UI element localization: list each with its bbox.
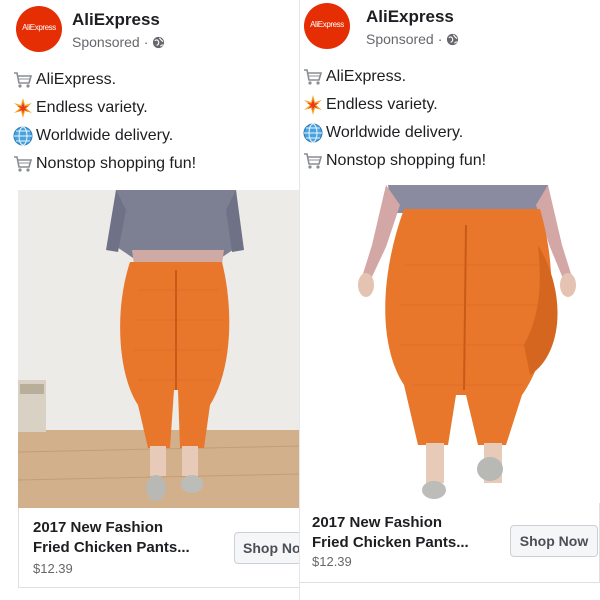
ad-post-left: AliExpress AliExpress Sponsored · AliExp… <box>0 0 300 600</box>
page-name-link[interactable]: AliExpress <box>366 7 454 27</box>
card-title[interactable]: 2017 New Fashion Fried Chicken Pants... <box>33 518 233 558</box>
text-line: Worldwide delivery. <box>12 122 297 150</box>
logo-text: AliExpress <box>22 23 56 32</box>
line-text: Endless variety. <box>36 99 148 116</box>
shopping-cart-icon <box>302 150 324 172</box>
shop-now-button[interactable]: Shop Now <box>234 532 300 564</box>
text-line: Nonstop shopping fun! <box>12 150 297 178</box>
line-text: Worldwide delivery. <box>326 124 464 141</box>
card-title-line: Fried Chicken Pants... <box>33 539 190 556</box>
link-card[interactable]: 2017 New Fashion Fried Chicken Pants... … <box>300 503 600 583</box>
sponsored-label[interactable]: Sponsored <box>72 34 140 50</box>
line-text: AliExpress. <box>326 68 407 85</box>
text-line: AliExpress. <box>12 66 297 94</box>
shop-now-button[interactable]: Shop Now <box>510 525 598 557</box>
shopping-cart-icon <box>302 66 324 88</box>
text-line: Endless variety. <box>302 91 587 119</box>
line-text: Nonstop shopping fun! <box>36 155 197 172</box>
card-price: $12.39 <box>33 561 73 576</box>
product-photo[interactable] <box>18 190 300 508</box>
text-line: AliExpress. <box>302 63 587 91</box>
line-text: Nonstop shopping fun! <box>326 152 487 169</box>
post-meta: Sponsored · <box>72 34 165 50</box>
meta-separator: · <box>143 34 149 50</box>
line-text: Endless variety. <box>326 96 438 113</box>
logo-text: AliExpress <box>310 20 344 29</box>
product-photo[interactable] <box>300 185 600 503</box>
card-title-line: Fried Chicken Pants... <box>312 534 469 551</box>
sparkle-icon <box>302 94 324 116</box>
post-header: AliExpress AliExpress Sponsored · <box>16 6 286 56</box>
card-title[interactable]: 2017 New Fashion Fried Chicken Pants... <box>312 513 512 553</box>
public-globe-icon <box>152 36 165 49</box>
card-price: $12.39 <box>312 554 352 569</box>
line-text: AliExpress. <box>36 71 117 88</box>
post-text: AliExpress. Endless variety. Worldwide d… <box>302 63 587 175</box>
shopping-cart-icon <box>12 153 34 175</box>
text-line: Endless variety. <box>12 94 297 122</box>
card-title-line: 2017 New Fashion <box>312 514 443 531</box>
link-card[interactable]: 2017 New Fashion Fried Chicken Pants... … <box>18 508 300 588</box>
aliexpress-logo[interactable]: AliExpress <box>304 3 350 49</box>
card-title-line: 2017 New Fashion <box>33 519 164 536</box>
post-text: AliExpress. Endless variety. Worldwide d… <box>12 66 297 178</box>
globe-icon <box>302 122 324 144</box>
post-meta: Sponsored · <box>366 31 459 47</box>
line-text: Worldwide delivery. <box>36 127 174 144</box>
page-name-link[interactable]: AliExpress <box>72 10 160 30</box>
product-photo-image <box>18 190 300 508</box>
sparkle-icon <box>12 97 34 119</box>
meta-separator: · <box>437 31 443 47</box>
sponsored-label[interactable]: Sponsored <box>366 31 434 47</box>
public-globe-icon <box>446 33 459 46</box>
globe-icon <box>12 125 34 147</box>
shopping-cart-icon <box>12 69 34 91</box>
product-photo-image <box>300 185 600 503</box>
ad-post-right: AliExpress AliExpress Sponsored · AliExp… <box>300 0 600 600</box>
text-line: Worldwide delivery. <box>302 119 587 147</box>
post-header: AliExpress AliExpress Sponsored · <box>304 3 586 53</box>
aliexpress-logo[interactable]: AliExpress <box>16 6 62 52</box>
text-line: Nonstop shopping fun! <box>302 147 587 175</box>
